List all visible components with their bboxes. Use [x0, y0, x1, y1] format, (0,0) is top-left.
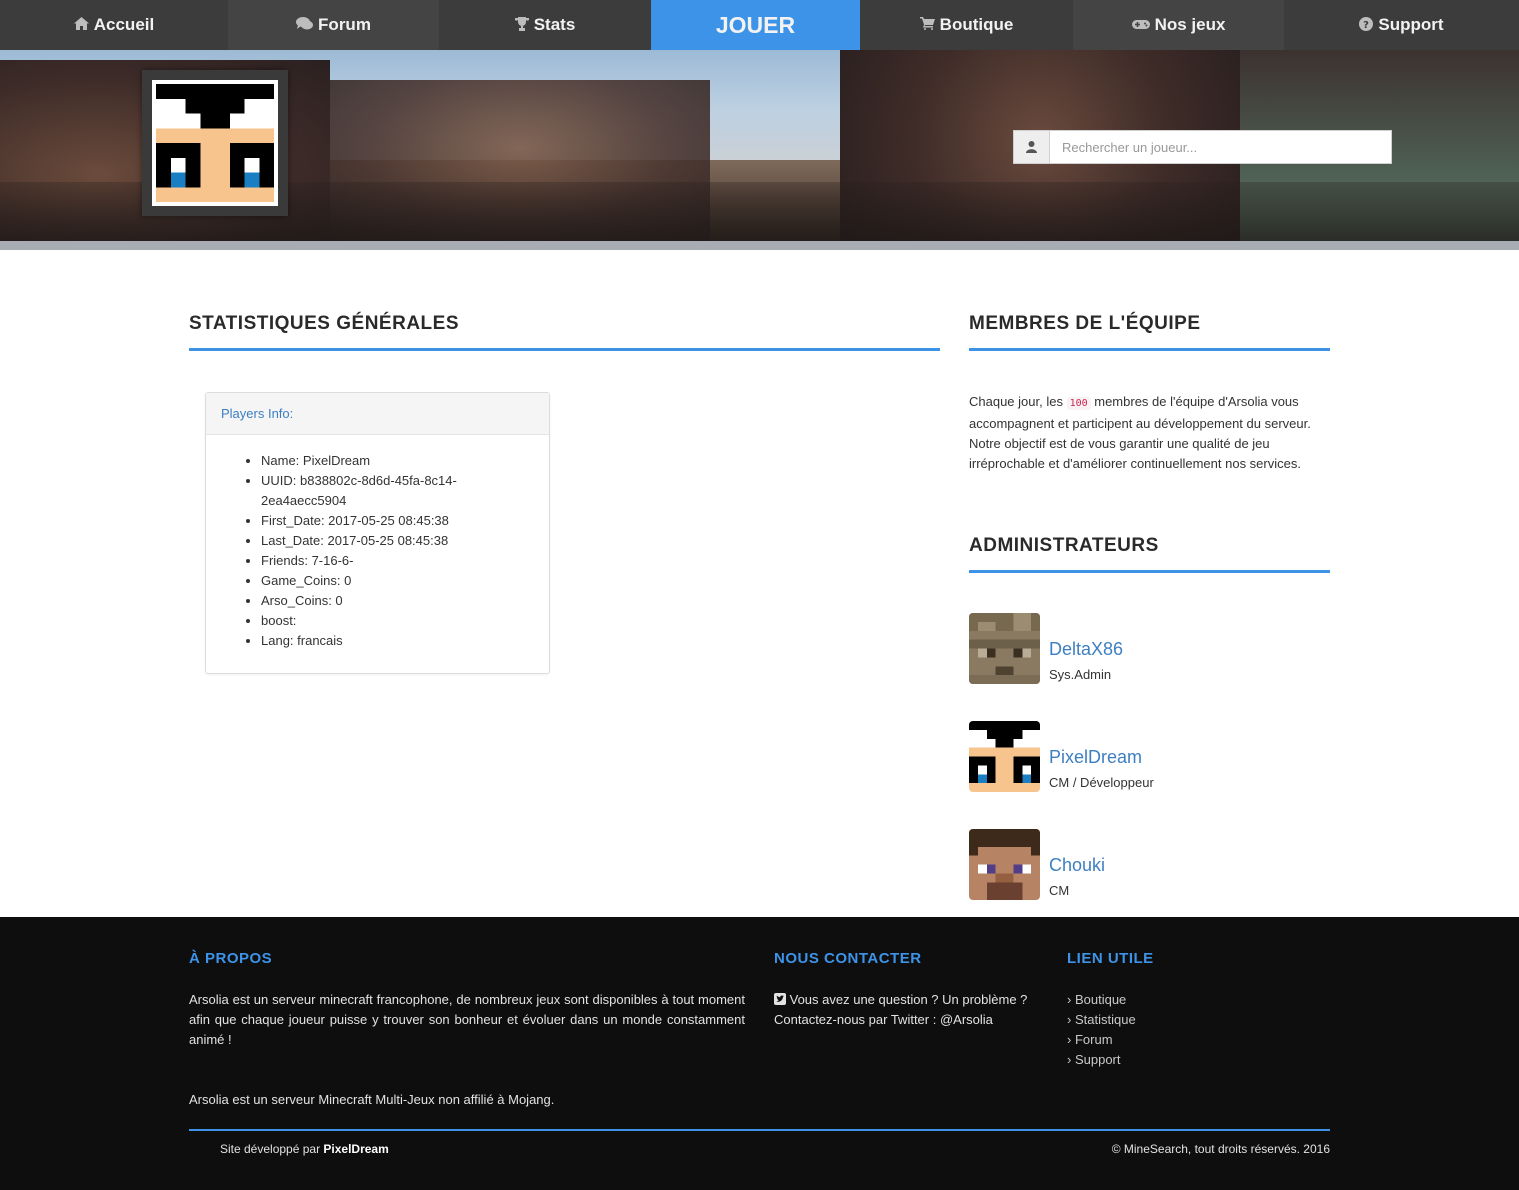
- nav-label: Support: [1378, 15, 1444, 34]
- contact-text: Vous avez une question ? Un problème ? C…: [774, 992, 1028, 1027]
- nav-jouer[interactable]: JOUER: [651, 0, 860, 50]
- info-last-date: Last_Date: 2017-05-25 08:45:38: [261, 531, 534, 551]
- useful-links: › Boutique › Statistique › Forum › Suppo…: [1067, 990, 1136, 1070]
- search-input[interactable]: [1050, 131, 1391, 163]
- player-info-list: Name: PixelDream UUID: b838802c-8d6d-45f…: [261, 451, 534, 651]
- footer-link-boutique[interactable]: › Boutique: [1067, 990, 1136, 1010]
- chevron-right-icon: ›: [1067, 1012, 1072, 1027]
- info-arso-coins: Arso_Coins: 0: [261, 591, 534, 611]
- admins-title-underline: [969, 570, 1330, 573]
- team-count: 100: [1066, 397, 1091, 410]
- player-search: [1013, 130, 1392, 164]
- member-avatar: [969, 829, 1040, 900]
- top-navbar: Accueil Forum Stats JOUER Boutique Nos j…: [0, 0, 1519, 50]
- user-icon: [1014, 131, 1050, 163]
- team-title-underline: [969, 348, 1330, 351]
- member-name-link[interactable]: PixelDream: [1049, 747, 1142, 768]
- nav-label: JOUER: [715, 11, 796, 38]
- question-circle-icon: ?: [1359, 16, 1374, 34]
- contact-title: NOUS CONTACTER: [774, 950, 922, 967]
- team-section-title: MEMBRES DE L'ÉQUIPE: [969, 313, 1201, 334]
- admins-section-title: ADMINISTRATEURS: [969, 535, 1159, 556]
- nav-accueil[interactable]: Accueil: [0, 0, 228, 50]
- site-credit: Site développé par PixelDream: [220, 1142, 389, 1156]
- footer-link-forum[interactable]: › Forum: [1067, 1030, 1136, 1050]
- nav-label: Nos jeux: [1154, 15, 1226, 34]
- comments-icon: [296, 17, 314, 33]
- copyright: © MineSearch, tout droits réservés. 2016: [1111, 1142, 1330, 1156]
- member-name-link[interactable]: DeltaX86: [1049, 639, 1123, 660]
- info-name: Name: PixelDream: [261, 451, 534, 471]
- member-role: Sys.Admin: [1049, 667, 1112, 682]
- team-description: Chaque jour, les 100 membres de l'équipe…: [969, 394, 1311, 471]
- info-uuid: UUID: b838802c-8d6d-45fa-8c14-2ea4aecc59…: [261, 471, 491, 511]
- disclaimer-text: Arsolia est un serveur Minecraft Multi-J…: [189, 1092, 555, 1107]
- svg-text:?: ?: [1364, 20, 1370, 31]
- footer-link-support[interactable]: › Support: [1067, 1050, 1136, 1070]
- info-lang: Lang: francais: [261, 631, 534, 651]
- info-game-coins: Game_Coins: 0: [261, 571, 534, 591]
- trophy-icon: [514, 16, 529, 34]
- panel-heading: Players Info:: [206, 393, 549, 435]
- member-avatar: [969, 613, 1040, 684]
- nav-support[interactable]: ? Support: [1284, 0, 1519, 50]
- gamepad-icon: [1131, 17, 1150, 33]
- contact-block: Vous avez une question ? Un problème ? C…: [774, 990, 1044, 1030]
- home-icon: [73, 17, 89, 33]
- member-card: PixelDream CM / Développeur: [969, 721, 1329, 793]
- info-boost: boost:: [261, 611, 534, 631]
- nav-label: Stats: [533, 15, 576, 34]
- nav-nos-jeux[interactable]: Nos jeux: [1073, 0, 1284, 50]
- member-role: CM / Développeur: [1049, 775, 1154, 790]
- player-avatar: [142, 70, 288, 216]
- stats-section-title: STATISTIQUES GÉNÉRALES: [189, 313, 459, 334]
- info-friends: Friends: 7-16-6-: [261, 551, 534, 571]
- footer-link-statistique[interactable]: › Statistique: [1067, 1010, 1136, 1030]
- links-title: LIEN UTILE: [1067, 950, 1154, 967]
- nav-label: Forum: [318, 15, 371, 34]
- player-skin-face: [156, 84, 274, 202]
- nav-stats[interactable]: Stats: [439, 0, 651, 50]
- about-text: Arsolia est un serveur minecraft francop…: [189, 992, 745, 1047]
- chevron-right-icon: ›: [1067, 992, 1072, 1007]
- twitter-icon[interactable]: [774, 993, 786, 1005]
- info-first-date: First_Date: 2017-05-25 08:45:38: [261, 511, 534, 531]
- chevron-right-icon: ›: [1067, 1052, 1072, 1067]
- about-title: À PROPOS: [189, 950, 273, 967]
- cart-icon: [919, 17, 935, 33]
- nav-forum[interactable]: Forum: [228, 0, 439, 50]
- players-info-panel: Players Info: Name: PixelDream UUID: b83…: [205, 392, 550, 674]
- member-name-link[interactable]: Chouki: [1049, 855, 1105, 876]
- credit-author[interactable]: PixelDream: [323, 1142, 388, 1156]
- member-avatar: [969, 721, 1040, 792]
- member-role: CM: [1049, 883, 1070, 898]
- stats-title-underline: [189, 348, 940, 351]
- nav-label: Accueil: [93, 15, 155, 34]
- chevron-right-icon: ›: [1067, 1032, 1072, 1047]
- member-card: Chouki CM: [969, 829, 1329, 901]
- nav-boutique[interactable]: Boutique: [860, 0, 1073, 50]
- footer-divider: [189, 1129, 1330, 1131]
- footer: À PROPOS Arsolia est un serveur minecraf…: [0, 917, 1519, 1190]
- member-card: DeltaX86 Sys.Admin: [969, 613, 1329, 685]
- nav-label: Boutique: [939, 15, 1014, 34]
